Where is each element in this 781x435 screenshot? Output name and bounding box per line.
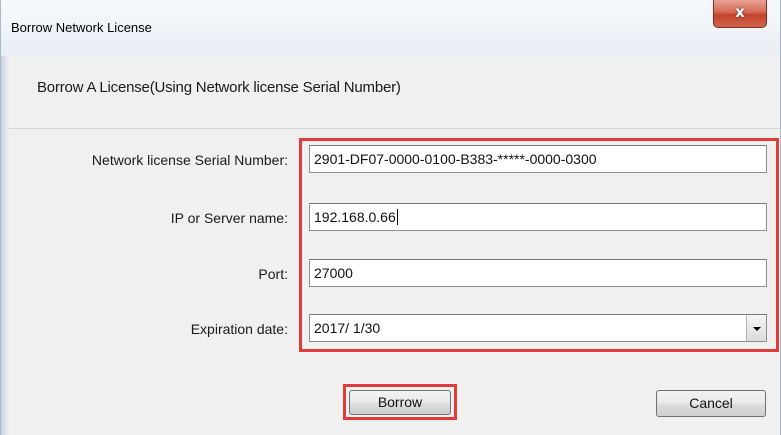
window-frame-edge bbox=[1, 56, 9, 435]
server-name-label: IP or Server name: bbox=[170, 210, 288, 226]
expiration-date-label: Expiration date: bbox=[190, 321, 288, 337]
borrow-highlight-box bbox=[343, 384, 457, 420]
port-label: Port: bbox=[258, 266, 288, 282]
divider bbox=[9, 128, 780, 129]
borrow-license-dialog: Borrow Network License x Borrow A Licens… bbox=[0, 0, 781, 435]
close-button[interactable]: x bbox=[713, 0, 767, 28]
dialog-heading: Borrow A License(Using Network license S… bbox=[37, 79, 401, 96]
fields-highlight-box bbox=[299, 138, 779, 352]
cancel-button[interactable]: Cancel bbox=[656, 390, 766, 417]
close-icon: x bbox=[735, 3, 745, 21]
window-title: Borrow Network License bbox=[11, 20, 152, 35]
title-bar[interactable]: Borrow Network License x bbox=[1, 0, 780, 56]
serial-number-label: Network license Serial Number: bbox=[91, 152, 288, 168]
